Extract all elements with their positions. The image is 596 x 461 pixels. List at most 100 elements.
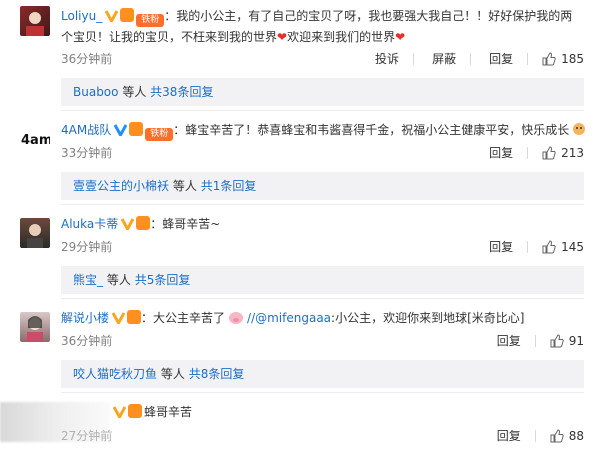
timestamp: 27分钟前 xyxy=(61,429,113,443)
reply-user[interactable]: 壹壹公主的小棉袄 xyxy=(73,179,169,193)
comment-actions: 回复 213 xyxy=(471,144,584,161)
thumbs-up-icon xyxy=(550,333,564,347)
username[interactable]: 4AM战队 xyxy=(61,123,111,137)
reply-button[interactable]: 回复 xyxy=(489,50,513,67)
divider xyxy=(534,429,536,442)
timestamp: 29分钟前 xyxy=(61,240,113,254)
avatar-image xyxy=(27,316,43,342)
divider xyxy=(527,52,529,65)
comment-actions: 回复 88 xyxy=(479,427,584,444)
row-divider xyxy=(61,110,584,111)
emoji-icon xyxy=(573,123,586,135)
comment-text: Loliyu_ 铁粉 ：我的小公主，有了自己的宝贝了呀，我也要强大我自己！！好好保护… xyxy=(61,6,584,47)
username[interactable]: 解说小楼 xyxy=(61,311,109,325)
row-divider xyxy=(61,204,584,205)
heart-icon: ❤ xyxy=(395,30,406,44)
reply-button[interactable]: 回复 xyxy=(497,332,521,349)
timestamp: 33分钟前 xyxy=(61,146,113,160)
reply-user[interactable]: Buaboo xyxy=(73,85,119,99)
reply-user[interactable]: 咬人猫吃秋刀鱼 xyxy=(73,367,157,381)
comment-text: 解说小楼 ：大公主辛苦了 //@mifengaaa:小公主，欢迎你来到地球[米奇比心… xyxy=(61,309,584,327)
reply-button[interactable]: 回复 xyxy=(489,144,513,161)
member-icon xyxy=(120,8,135,22)
row-divider xyxy=(61,298,584,299)
heart-icon: ❤ xyxy=(277,30,288,44)
like-button[interactable]: 88 xyxy=(550,429,584,443)
divider xyxy=(534,334,536,347)
like-count: 213 xyxy=(561,145,584,160)
like-button[interactable]: 213 xyxy=(542,146,584,160)
reply-button[interactable]: 回复 xyxy=(489,238,513,255)
reply-count[interactable]: 共1条回复 xyxy=(201,179,257,193)
member-icon xyxy=(127,310,142,324)
comment-body: ：蜂哥辛苦~ xyxy=(150,217,221,231)
fan-badge: 铁粉 xyxy=(145,128,174,141)
like-count: 88 xyxy=(568,428,584,443)
timestamp: 36分钟前 xyxy=(61,334,113,348)
reply-etc: 等人 xyxy=(172,179,197,193)
like-button[interactable]: 185 xyxy=(542,52,584,66)
row-divider xyxy=(61,392,584,393)
comment-text: 蜂哥辛苦 xyxy=(110,403,584,421)
reply-count[interactable]: 共5条回复 xyxy=(135,273,191,287)
username[interactable]: Loliyu_ xyxy=(61,9,102,23)
thumbs-up-icon xyxy=(550,428,564,442)
reply-etc: 等人 xyxy=(160,367,185,381)
pig-emoji-icon xyxy=(229,312,244,324)
like-count: 185 xyxy=(561,51,584,66)
reply-user[interactable]: 熊宝_ xyxy=(73,273,103,287)
comment-actions: 回复 91 xyxy=(479,332,584,349)
reply-count[interactable]: 共38条回复 xyxy=(150,85,213,99)
fan-badge: 铁粉 xyxy=(136,14,165,27)
timestamp: 36分钟前 xyxy=(61,52,113,66)
verified-v-icon xyxy=(112,312,126,324)
reply-etc: 等人 xyxy=(106,273,131,287)
comment-body: ：大公主辛苦了 xyxy=(141,311,226,325)
mention-link[interactable]: //@mifengaaa xyxy=(247,311,331,325)
reply-etc: 等人 xyxy=(122,85,147,99)
verified-v-icon xyxy=(113,406,126,418)
reply-button[interactable]: 回复 xyxy=(497,427,521,444)
avatar[interactable]: 4am xyxy=(20,124,50,154)
comment-body-tail: 欢迎来到我们的世界 xyxy=(287,30,396,44)
svg-text:4am: 4am xyxy=(21,133,50,148)
replies-bar[interactable]: 咬人猫吃秋刀鱼 等人 共8条回复 xyxy=(61,360,584,388)
comment-body-tail: :小公主，欢迎你来到地球[米奇比心] xyxy=(331,311,525,325)
divider xyxy=(413,52,415,65)
like-button[interactable]: 91 xyxy=(550,334,584,348)
verified-v-icon xyxy=(114,124,128,136)
thumbs-up-icon xyxy=(542,239,556,253)
member-icon xyxy=(136,216,151,230)
comment-body: ：蜂宝辛苦了！恭喜蜂宝和韦酱喜得千金，祝福小公主健康平安，快乐成长 xyxy=(173,123,570,137)
divider xyxy=(470,52,472,65)
avatar-image xyxy=(27,224,43,248)
replies-bar[interactable]: 熊宝_ 等人 共5条回复 xyxy=(61,266,584,294)
replies-bar[interactable]: 壹壹公主的小棉袄 等人 共1条回复 xyxy=(61,172,584,200)
avatar-image xyxy=(26,12,44,36)
member-icon xyxy=(129,122,144,136)
comment-actions: 投诉 屏蔽 回复 185 xyxy=(357,50,584,67)
like-count: 145 xyxy=(561,239,584,254)
comment-text: Aluka卡蒂 ：蜂哥辛苦~ xyxy=(61,215,584,233)
avatar[interactable] xyxy=(20,6,50,36)
reply-count[interactable]: 共8条回复 xyxy=(189,367,245,381)
like-button[interactable]: 145 xyxy=(542,240,584,254)
comment-text: 4AM战队 铁粉 ：蜂宝辛苦了！恭喜蜂宝和韦酱喜得千金，祝福小公主健康平安，快乐成长 xyxy=(61,121,586,141)
divider xyxy=(527,146,529,159)
avatar[interactable] xyxy=(20,312,50,342)
thumbs-up-icon xyxy=(542,51,556,65)
thumbs-up-icon xyxy=(542,145,556,159)
member-icon xyxy=(128,404,142,418)
verified-v-icon xyxy=(121,218,135,230)
replies-bar[interactable]: Buaboo 等人 共38条回复 xyxy=(61,78,584,106)
verified-v-icon xyxy=(105,10,119,22)
report-button[interactable]: 投诉 xyxy=(375,50,399,67)
comment-actions: 回复 145 xyxy=(471,238,584,255)
avatar[interactable] xyxy=(20,218,50,248)
comment-body: 蜂哥辛苦 xyxy=(144,405,193,419)
username[interactable]: Aluka卡蒂 xyxy=(61,217,118,231)
avatar-image: 4am xyxy=(21,133,50,148)
divider xyxy=(527,240,529,253)
block-button[interactable]: 屏蔽 xyxy=(432,50,456,67)
like-count: 91 xyxy=(568,333,584,348)
